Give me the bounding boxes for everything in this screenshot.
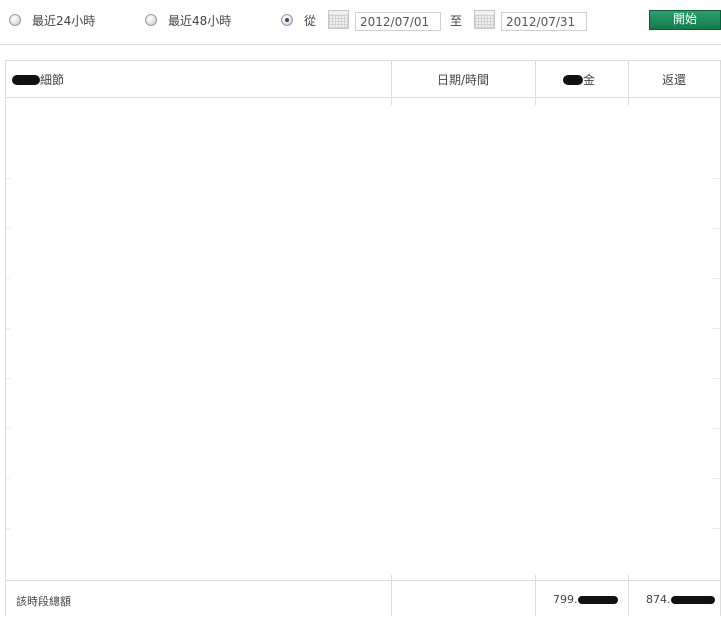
header-amount-label: 金 <box>583 73 596 87</box>
radio-last-48h[interactable] <box>145 14 157 26</box>
redacted-mark <box>12 75 40 85</box>
amount-total-value: 799. <box>553 593 578 606</box>
label-from: 從 <box>304 14 317 28</box>
redacted-mark <box>563 75 583 85</box>
total-label: 該時段總額 <box>16 595 71 608</box>
history-table: 細節 日期/時間 金 返還 該時段總額 799. 874. <box>5 60 721 616</box>
header-details-label: 細節 <box>40 73 65 87</box>
start-date-input[interactable] <box>355 12 441 31</box>
redacted-mark <box>577 596 618 604</box>
return-total: 874. <box>646 593 715 606</box>
label-to: 至 <box>450 14 463 28</box>
header-details[interactable]: 細節 <box>12 71 64 88</box>
filter-bar: 最近24小時 最近48小時 從 至 開始 <box>0 0 721 45</box>
header-datetime[interactable]: 日期/時間 <box>437 71 489 88</box>
header-return[interactable]: 返還 <box>662 71 686 88</box>
calendar-icon-start[interactable] <box>328 10 349 29</box>
table-header: 細節 日期/時間 金 返還 <box>6 61 720 98</box>
return-total-value: 874. <box>646 593 671 606</box>
amount-total: 799. <box>553 593 618 606</box>
start-button[interactable]: 開始 <box>649 10 721 30</box>
redacted-mark <box>670 596 715 604</box>
calendar-icon-end[interactable] <box>474 10 495 29</box>
label-last-48h: 最近48小時 <box>168 14 232 28</box>
radio-last-24h[interactable] <box>9 14 21 26</box>
radio-date-range[interactable] <box>281 14 293 26</box>
header-amount[interactable]: 金 <box>563 71 595 88</box>
table-body <box>10 105 712 575</box>
label-last-24h: 最近24小時 <box>32 14 96 28</box>
end-date-input[interactable] <box>501 12 587 31</box>
table-footer: 該時段總額 799. 874. <box>6 580 720 618</box>
